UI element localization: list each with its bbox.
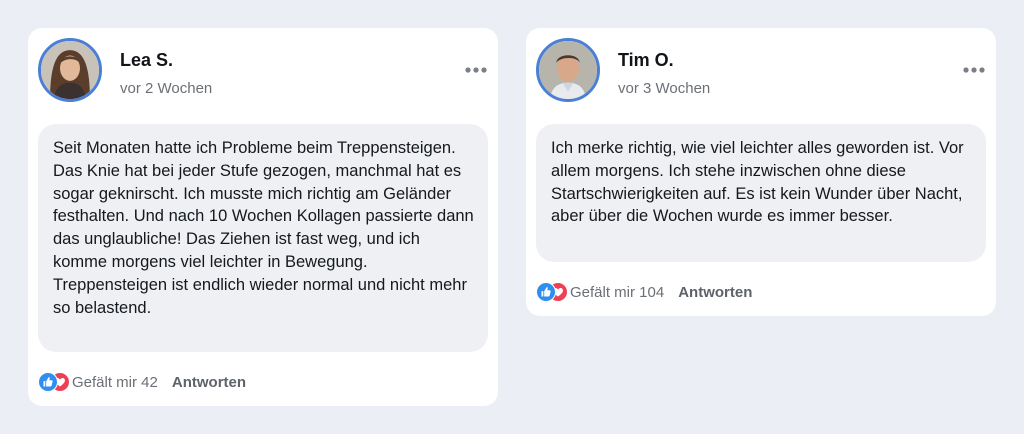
comment-card: Tim O. vor 3 Wochen Ich merke richtig, w…	[526, 28, 996, 316]
more-dots-icon[interactable]	[962, 64, 986, 76]
avatar[interactable]	[38, 38, 102, 102]
like-button[interactable]: Gefält mir 42	[72, 374, 158, 391]
comment-actions: Gefält mir 104 Antworten	[536, 281, 752, 303]
more-dots-icon[interactable]	[464, 64, 488, 76]
avatar[interactable]	[536, 38, 600, 102]
comment-header: Tim O. vor 3 Wochen	[536, 38, 986, 108]
author-name[interactable]: Tim O.	[618, 50, 674, 71]
comment-text: Ich merke richtig, wie viel leichter all…	[536, 124, 986, 262]
comment-timestamp: vor 3 Wochen	[618, 80, 711, 97]
thumbs-up-icon	[38, 372, 58, 392]
like-button[interactable]: Gefält mir 104	[570, 284, 664, 301]
reaction-icons[interactable]	[536, 281, 570, 303]
comment-timestamp: vor 2 Wochen	[120, 80, 213, 97]
reaction-icons[interactable]	[38, 371, 72, 393]
comment-header: Lea S. vor 2 Wochen	[38, 38, 488, 108]
author-name[interactable]: Lea S.	[120, 50, 173, 71]
comment-actions: Gefält mir 42 Antworten	[38, 371, 246, 393]
thumbs-up-icon	[536, 282, 556, 302]
reply-button[interactable]: Antworten	[678, 284, 752, 301]
comment-text: Seit Monaten hatte ich Probleme beim Tre…	[38, 124, 488, 352]
reply-button[interactable]: Antworten	[172, 374, 246, 391]
comment-card: Lea S. vor 2 Wochen Seit Monaten hatte i…	[28, 28, 498, 406]
